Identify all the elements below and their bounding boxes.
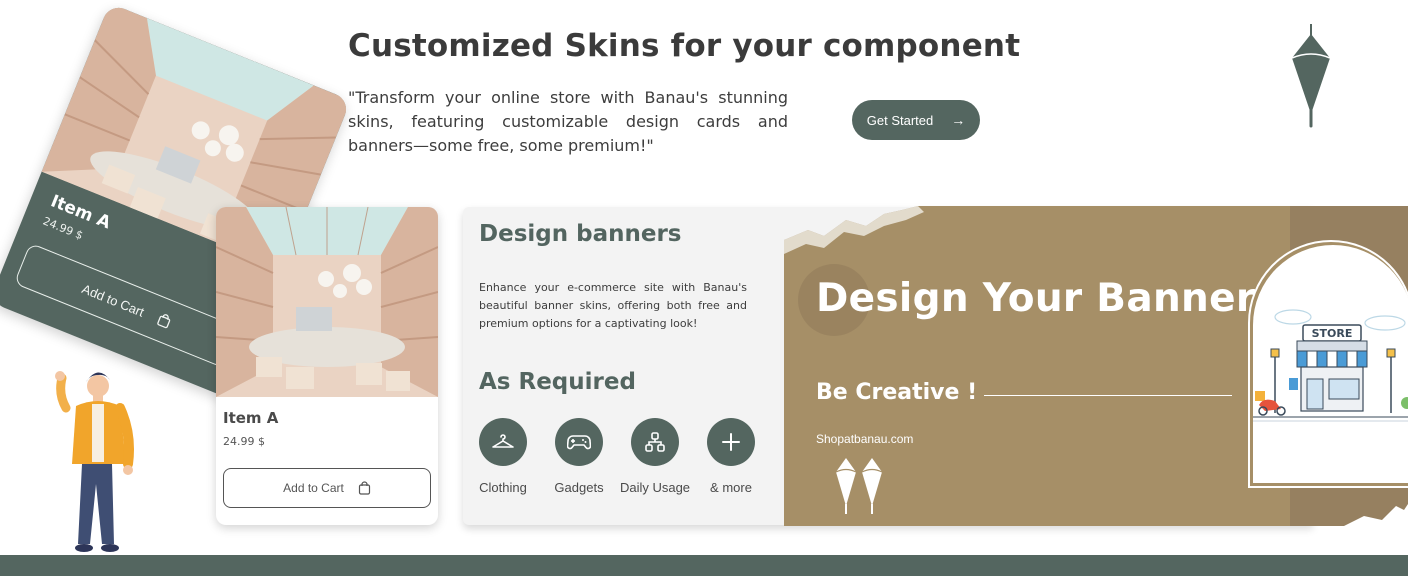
design-banners-heading: Design banners [479, 221, 682, 247]
category-clothing[interactable]: Clothing [465, 418, 541, 495]
get-started-label: Get Started [866, 112, 934, 128]
add-to-cart-button[interactable]: Add to Cart [223, 468, 431, 508]
category-button[interactable] [631, 418, 679, 466]
shopping-bag-icon [358, 481, 370, 495]
banau-logo-small [835, 458, 883, 514]
hero-description: "Transform your online store with Banau'… [348, 88, 788, 155]
banner-divider [984, 395, 1232, 396]
product-card: Item A 24.99 $ Add to Cart [216, 207, 438, 525]
add-to-cart-button[interactable]: Add to Cart [13, 242, 240, 369]
gamepad-icon [567, 435, 591, 450]
add-to-cart-label: Add to Cart [79, 280, 147, 320]
store-illustration-frame: STORE [1253, 245, 1408, 483]
category-label: Gadgets [554, 480, 604, 495]
banner-site-url: Shopatbanau.com [816, 432, 914, 446]
network-icon [645, 432, 665, 452]
design-banners-description: Enhance your e-commerce site with Banau'… [479, 281, 747, 330]
product-image [216, 207, 438, 397]
category-button[interactable] [707, 418, 755, 466]
page-title: Customized Skins for your component [348, 28, 1021, 64]
plus-icon [722, 433, 740, 451]
category-daily-usage[interactable]: Daily Usage [617, 418, 693, 495]
category-more[interactable]: & more [693, 418, 769, 495]
store-illustration: STORE [1253, 309, 1408, 422]
product-name: Item A [223, 409, 279, 427]
category-label: Daily Usage [619, 480, 691, 495]
footer-bar [0, 555, 1408, 576]
banner-title: Design Your Banner [816, 276, 1256, 321]
category-button[interactable] [479, 418, 527, 466]
arrow-right-icon: → [951, 112, 966, 128]
hanger-icon [492, 434, 514, 448]
store-sign: STORE [1312, 327, 1353, 340]
category-button[interactable] [555, 418, 603, 466]
category-label: Clothing [479, 480, 527, 495]
get-started-button[interactable]: Get Started → [852, 100, 980, 140]
shopping-bag-icon [157, 314, 171, 329]
waving-person-illustration [55, 371, 134, 552]
product-price: 24.99 $ [223, 435, 265, 448]
as-required-heading: As Required [479, 369, 636, 395]
add-to-cart-label: Add to Cart [283, 481, 344, 495]
banner-subtitle: Be Creative ! [816, 380, 978, 405]
category-label: & more [710, 480, 752, 495]
banau-logo [1291, 24, 1331, 128]
category-gadgets[interactable]: Gadgets [541, 418, 617, 495]
